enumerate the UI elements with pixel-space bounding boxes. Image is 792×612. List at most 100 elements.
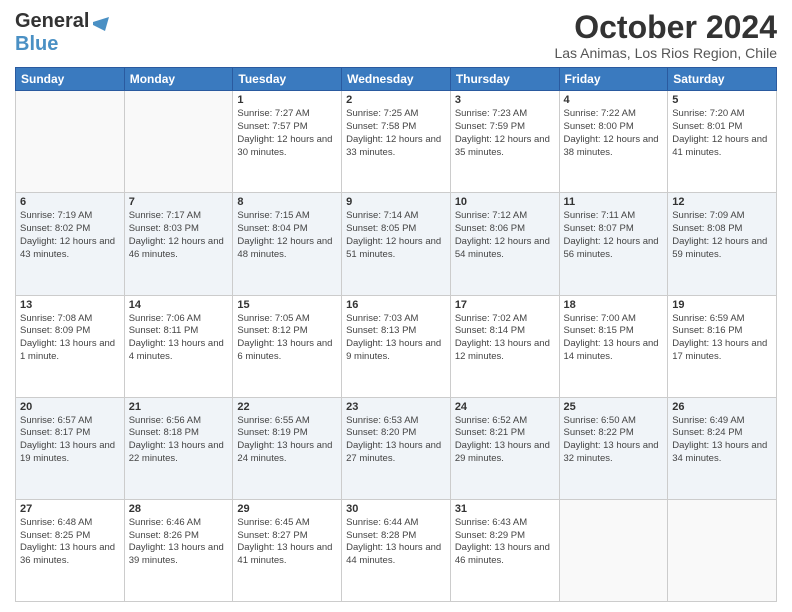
- day-number: 18: [564, 299, 664, 311]
- day-number: 17: [455, 299, 555, 311]
- calendar-cell: 3Sunrise: 7:23 AMSunset: 7:59 PMDaylight…: [450, 91, 559, 193]
- calendar-cell: 2 Sunrise: 7:25 AMSunset: 7:58 PMDaylight…: [342, 91, 451, 193]
- cell-info: Sunrise: 7:23 AMSunset: 7:59 PMDaylight:…: [455, 108, 555, 159]
- cell-info: Sunrise: 6:44 AMSunset: 8:28 PMDaylight:…: [346, 517, 446, 568]
- calendar-cell: 15 Sunrise: 7:05 AMSunset: 8:12 PMDayligh…: [233, 295, 342, 397]
- calendar-cell: 30Sunrise: 6:44 AMSunset: 8:28 PMDayligh…: [342, 499, 451, 601]
- day-header-saturday: Saturday: [668, 68, 777, 91]
- calendar-cell: 17 Sunrise: 7:02 AMSunset: 8:14 PMDayligh…: [450, 295, 559, 397]
- cell-info: Sunrise: 7:02 AMSunset: 8:14 PMDaylight:…: [455, 313, 555, 364]
- month-title: October 2024: [554, 10, 777, 45]
- cell-info: Sunrise: 7:03 AMSunset: 8:13 PMDaylight:…: [346, 313, 446, 364]
- day-number: 13: [20, 299, 120, 311]
- cell-info: Sunrise: 7:12 AMSunset: 8:06 PMDaylight:…: [455, 210, 555, 261]
- day-number: 23: [346, 401, 446, 413]
- day-header-sunday: Sunday: [16, 68, 125, 91]
- day-number: 14: [129, 299, 229, 311]
- day-number: 1: [237, 94, 337, 106]
- calendar-week-row: 13 Sunrise: 7:08 AMSunset: 8:09 PMDayligh…: [16, 295, 777, 397]
- cell-info: Sunrise: 7:00 AMSunset: 8:15 PMDaylight:…: [564, 313, 664, 364]
- day-header-tuesday: Tuesday: [233, 68, 342, 91]
- cell-info: Sunrise: 6:52 AMSunset: 8:21 PMDaylight:…: [455, 415, 555, 466]
- calendar-cell: 12Sunrise: 7:09 AMSunset: 8:08 PMDayligh…: [668, 193, 777, 295]
- cell-info: Sunrise: 6:45 AMSunset: 8:27 PMDaylight:…: [237, 517, 337, 568]
- calendar-cell: [16, 91, 125, 193]
- cell-info: Sunrise: 6:57 AMSunset: 8:17 PMDaylight:…: [20, 415, 120, 466]
- calendar-cell: 22 Sunrise: 6:55 AMSunset: 8:19 PMDayligh…: [233, 397, 342, 499]
- calendar-cell: [668, 499, 777, 601]
- calendar-cell: 11Sunrise: 7:11 AMSunset: 8:07 PMDayligh…: [559, 193, 668, 295]
- logo-general: General: [15, 10, 89, 33]
- calendar-cell: 21 Sunrise: 6:56 AMSunset: 8:18 PMDayligh…: [124, 397, 233, 499]
- cell-info: Sunrise: 7:20 AMSunset: 8:01 PMDaylight:…: [672, 108, 772, 159]
- calendar-week-row: 27Sunrise: 6:48 AMSunset: 8:25 PMDayligh…: [16, 499, 777, 601]
- calendar-cell: 13 Sunrise: 7:08 AMSunset: 8:09 PMDayligh…: [16, 295, 125, 397]
- cell-info: Sunrise: 7:25 AMSunset: 7:58 PMDaylight:…: [346, 108, 446, 159]
- calendar-cell: 28Sunrise: 6:46 AMSunset: 8:26 PMDayligh…: [124, 499, 233, 601]
- cell-info: Sunrise: 6:55 AMSunset: 8:19 PMDaylight:…: [237, 415, 337, 466]
- location-title: Las Animas, Los Rios Region, Chile: [554, 45, 777, 61]
- calendar-header-row: SundayMondayTuesdayWednesdayThursdayFrid…: [16, 68, 777, 91]
- calendar-cell: 26 Sunrise: 6:49 AMSunset: 8:24 PMDayligh…: [668, 397, 777, 499]
- day-header-monday: Monday: [124, 68, 233, 91]
- logo-bird-icon: [91, 13, 109, 31]
- calendar-cell: 19 Sunrise: 6:59 AMSunset: 8:16 PMDayligh…: [668, 295, 777, 397]
- calendar-cell: 10 Sunrise: 7:12 AMSunset: 8:06 PMDayligh…: [450, 193, 559, 295]
- day-number: 11: [564, 196, 664, 208]
- cell-info: Sunrise: 6:49 AMSunset: 8:24 PMDaylight:…: [672, 415, 772, 466]
- calendar-cell: 4 Sunrise: 7:22 AMSunset: 8:00 PMDaylight…: [559, 91, 668, 193]
- day-number: 28: [129, 503, 229, 515]
- calendar-cell: 31 Sunrise: 6:43 AMSunset: 8:29 PMDayligh…: [450, 499, 559, 601]
- calendar-table: SundayMondayTuesdayWednesdayThursdayFrid…: [15, 67, 777, 602]
- day-number: 25: [564, 401, 664, 413]
- calendar-cell: 16 Sunrise: 7:03 AMSunset: 8:13 PMDayligh…: [342, 295, 451, 397]
- day-number: 12: [672, 196, 772, 208]
- calendar-cell: 18 Sunrise: 7:00 AMSunset: 8:15 PMDayligh…: [559, 295, 668, 397]
- day-number: 31: [455, 503, 555, 515]
- cell-info: Sunrise: 7:17 AMSunset: 8:03 PMDaylight:…: [129, 210, 229, 261]
- calendar-cell: 5 Sunrise: 7:20 AMSunset: 8:01 PMDaylight…: [668, 91, 777, 193]
- cell-info: Sunrise: 6:56 AMSunset: 8:18 PMDaylight:…: [129, 415, 229, 466]
- logo: General Blue: [15, 10, 109, 56]
- cell-info: Sunrise: 6:59 AMSunset: 8:16 PMDaylight:…: [672, 313, 772, 364]
- day-header-wednesday: Wednesday: [342, 68, 451, 91]
- calendar-cell: 1Sunrise: 7:27 AMSunset: 7:57 PMDaylight…: [233, 91, 342, 193]
- title-area: October 2024 Las Animas, Los Rios Region…: [554, 10, 777, 61]
- calendar-cell: 14Sunrise: 7:06 AMSunset: 8:11 PMDayligh…: [124, 295, 233, 397]
- day-number: 16: [346, 299, 446, 311]
- cell-info: Sunrise: 6:53 AMSunset: 8:20 PMDaylight:…: [346, 415, 446, 466]
- calendar-cell: 23 Sunrise: 6:53 AMSunset: 8:20 PMDayligh…: [342, 397, 451, 499]
- cell-info: Sunrise: 6:43 AMSunset: 8:29 PMDaylight:…: [455, 517, 555, 568]
- cell-info: Sunrise: 7:19 AMSunset: 8:02 PMDaylight:…: [20, 210, 120, 261]
- calendar-week-row: 1Sunrise: 7:27 AMSunset: 7:57 PMDaylight…: [16, 91, 777, 193]
- calendar-week-row: 6Sunrise: 7:19 AMSunset: 8:02 PMDaylight…: [16, 193, 777, 295]
- day-number: 10: [455, 196, 555, 208]
- day-number: 19: [672, 299, 772, 311]
- cell-info: Sunrise: 7:08 AMSunset: 8:09 PMDaylight:…: [20, 313, 120, 364]
- header: General Blue October 2024 Las Animas, Lo…: [15, 10, 777, 61]
- cell-info: Sunrise: 7:15 AMSunset: 8:04 PMDaylight:…: [237, 210, 337, 261]
- cell-info: Sunrise: 7:05 AMSunset: 8:12 PMDaylight:…: [237, 313, 337, 364]
- calendar-cell: [124, 91, 233, 193]
- calendar-cell: 27Sunrise: 6:48 AMSunset: 8:25 PMDayligh…: [16, 499, 125, 601]
- day-number: 22: [237, 401, 337, 413]
- day-number: 20: [20, 401, 120, 413]
- day-number: 9: [346, 196, 446, 208]
- calendar-cell: 25 Sunrise: 6:50 AMSunset: 8:22 PMDayligh…: [559, 397, 668, 499]
- day-number: 21: [129, 401, 229, 413]
- day-number: 27: [20, 503, 120, 515]
- day-number: 4: [564, 94, 664, 106]
- cell-info: Sunrise: 7:22 AMSunset: 8:00 PMDaylight:…: [564, 108, 664, 159]
- calendar-cell: 8 Sunrise: 7:15 AMSunset: 8:04 PMDaylight…: [233, 193, 342, 295]
- day-number: 2: [346, 94, 446, 106]
- day-header-friday: Friday: [559, 68, 668, 91]
- day-header-thursday: Thursday: [450, 68, 559, 91]
- day-number: 15: [237, 299, 337, 311]
- day-number: 29: [237, 503, 337, 515]
- cell-info: Sunrise: 7:14 AMSunset: 8:05 PMDaylight:…: [346, 210, 446, 261]
- day-number: 8: [237, 196, 337, 208]
- day-number: 26: [672, 401, 772, 413]
- calendar-week-row: 20 Sunrise: 6:57 AMSunset: 8:17 PMDayligh…: [16, 397, 777, 499]
- cell-info: Sunrise: 6:50 AMSunset: 8:22 PMDaylight:…: [564, 415, 664, 466]
- day-number: 5: [672, 94, 772, 106]
